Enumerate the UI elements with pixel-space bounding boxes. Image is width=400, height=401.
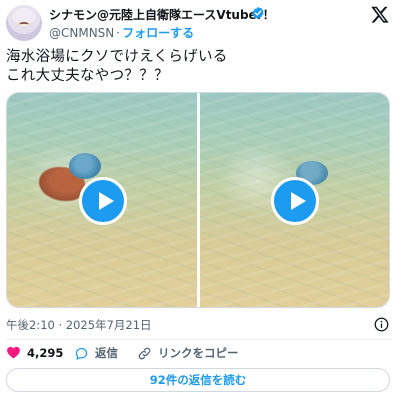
read-replies-button[interactable]: 92件の返信を読む [6,368,390,392]
jellyfish-bell [69,153,101,179]
verified-badge-icon [252,6,264,20]
tweet-text-line-1: 海水浴場にクソでけえくらげいる [6,49,228,65]
follow-button[interactable]: フォローする [122,26,194,40]
separator-dot: · [116,26,121,40]
video-thumbnail-left[interactable] [7,93,197,307]
x-logo-icon[interactable] [370,5,390,24]
tweet-timestamp[interactable]: 午後2:10 · 2025年7月21日 [6,317,152,333]
author-handle[interactable]: @CNMNSN [49,26,114,40]
copy-link-label: リンクをコピー [158,346,239,360]
reply-label: 返信 [95,346,118,360]
heart-icon [7,346,20,359]
play-icon[interactable] [79,177,127,225]
divider [6,339,390,340]
tweet-text-line-2: これ大丈夫なやつ？？？ [6,68,169,84]
media-grid [6,92,390,308]
reply-button[interactable]: 返信 [74,345,118,361]
like-button[interactable]: 4,295 [6,345,63,360]
info-icon[interactable] [374,317,389,332]
link-icon [138,347,151,359]
author-display-name[interactable]: シナモン@元陸上自衛隊エースVtuber！ [49,6,275,23]
reply-bubble-icon [75,347,88,360]
play-icon[interactable] [271,177,319,225]
like-count: 4,295 [27,345,64,360]
avatar[interactable] [6,5,42,41]
video-thumbnail-right[interactable] [200,93,389,307]
copy-link-button[interactable]: リンクをコピー [137,345,239,361]
tweet-text: 海水浴場にクソでけえくらげいる これ大丈夫なやつ？？？ [6,48,228,86]
author-handle-line: @CNMNSN · フォローする [49,24,194,41]
